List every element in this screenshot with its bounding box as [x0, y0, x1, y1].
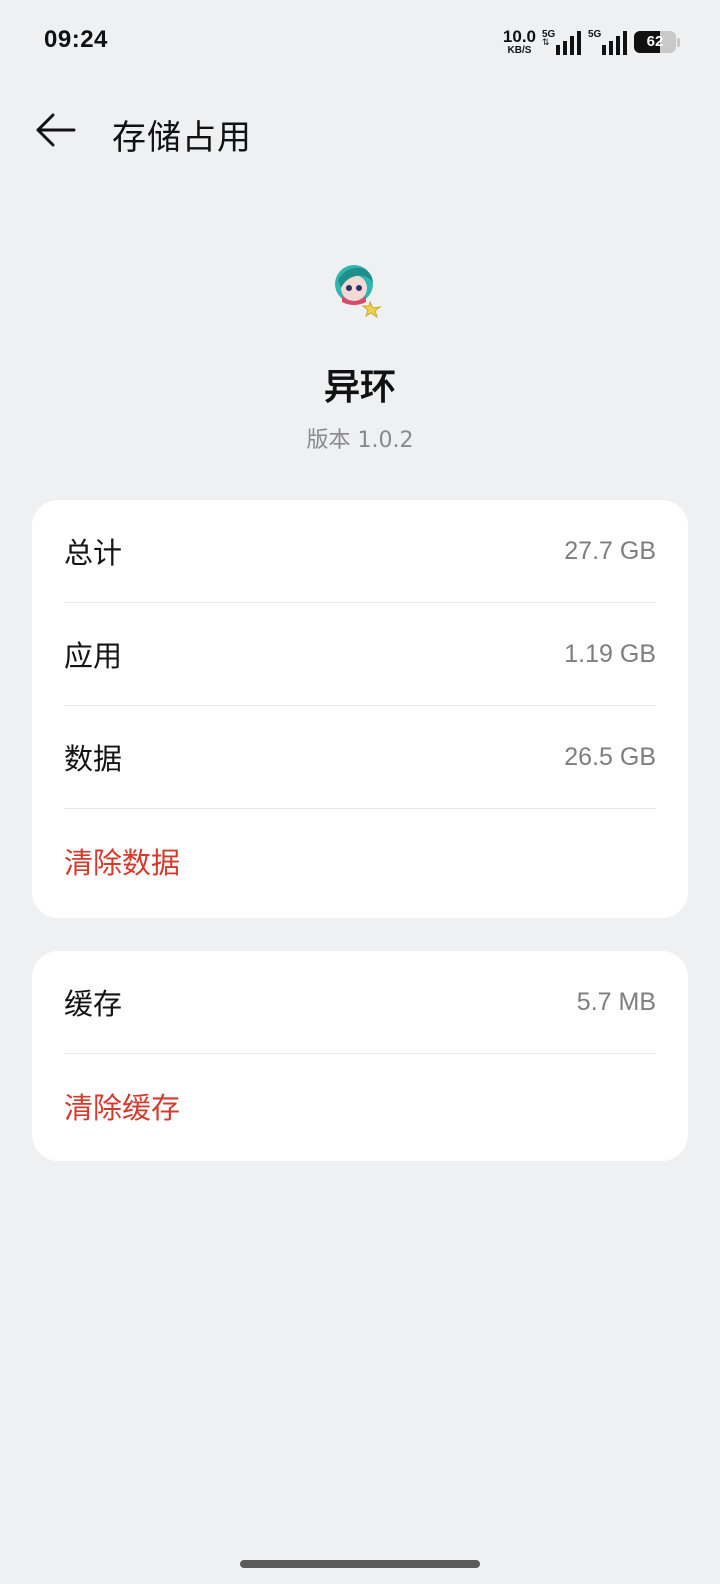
signal-sim2-icon: 5G — [588, 27, 628, 57]
cache-row: 缓存 5.7 MB — [64, 951, 656, 1054]
storage-row-total: 总计 27.7 GB — [64, 500, 656, 603]
app-version: 版本 1.0.2 — [0, 422, 720, 454]
network-speed: 10.0 KB/S — [503, 28, 536, 56]
battery-icon: 62 — [634, 31, 676, 53]
status-icons: 10.0 KB/S 5G ⇅ 5G 62 — [503, 24, 680, 60]
clear-cache-row[interactable]: 清除缓存 — [64, 1054, 656, 1157]
storage-row-data: 数据 26.5 GB — [64, 706, 656, 809]
storage-row-app: 应用 1.19 GB — [64, 603, 656, 706]
cache-card: 缓存 5.7 MB 清除缓存 — [32, 951, 688, 1161]
signal-sim1-icon: 5G ⇅ — [542, 27, 582, 57]
storage-row-label: 总计 — [64, 536, 123, 570]
home-indicator[interactable] — [240, 1560, 480, 1568]
clear-data-row[interactable]: 清除数据 — [64, 809, 656, 912]
back-button[interactable] — [28, 102, 84, 158]
storage-row-value: 26.5 GB — [564, 742, 656, 771]
storage-row-label: 应用 — [64, 639, 123, 673]
status-bar: 09:24 10.0 KB/S 5G ⇅ 5G 62 — [0, 0, 720, 84]
app-version-label: 版本 — [306, 428, 351, 453]
clear-cache-button[interactable]: 清除缓存 — [64, 1085, 180, 1127]
page-title: 存储占用 — [112, 118, 252, 158]
clear-data-button[interactable]: 清除数据 — [64, 840, 180, 882]
battery-percent: 62 — [646, 33, 664, 50]
arrow-left-icon — [36, 113, 76, 147]
network-speed-value: 10.0 — [502, 27, 536, 46]
app-name: 异环 — [323, 367, 396, 408]
battery-cap — [677, 37, 680, 47]
sim2-network-label: 5G — [588, 29, 602, 40]
cache-value: 5.7 MB — [576, 987, 656, 1016]
network-speed-unit: KB/S — [507, 45, 532, 56]
storage-row-value: 27.7 GB — [564, 536, 656, 565]
status-time: 09:24 — [44, 26, 108, 53]
app-avatar-icon — [332, 262, 388, 319]
storage-card: 总计 27.7 GB 应用 1.19 GB 数据 26.5 GB 清除数据 — [32, 500, 688, 918]
storage-row-value: 1.19 GB — [564, 639, 656, 668]
storage-row-label: 数据 — [64, 742, 123, 776]
app-info: 异环 版本 1.0.2 — [0, 262, 720, 454]
data-arrows-icon: ⇅ — [542, 38, 550, 48]
app-version-number: 1.0.2 — [357, 428, 414, 453]
top-app-bar: 存储占用 — [0, 96, 720, 168]
cache-label: 缓存 — [64, 987, 123, 1021]
